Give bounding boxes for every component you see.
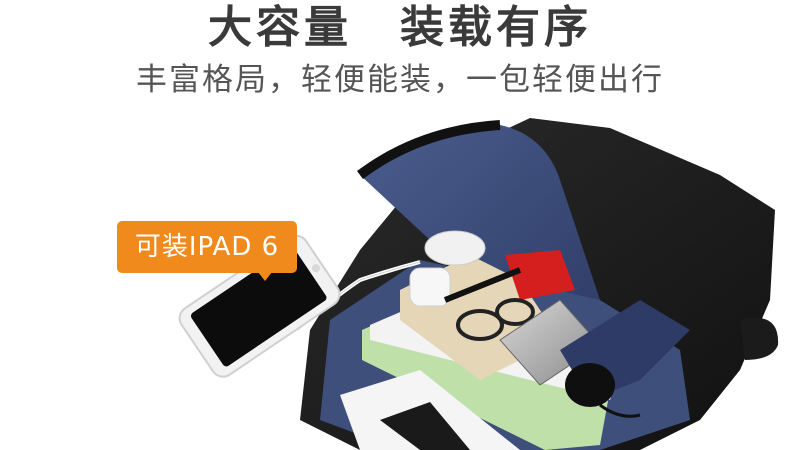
subheadline: 丰富格局，轻便能装，一包轻便出行 (136, 62, 664, 98)
headline: 大容量 装载有序 (208, 2, 592, 53)
badge-pointer (258, 272, 272, 281)
ipad-badge: 可装IPAD 6 (117, 221, 297, 273)
